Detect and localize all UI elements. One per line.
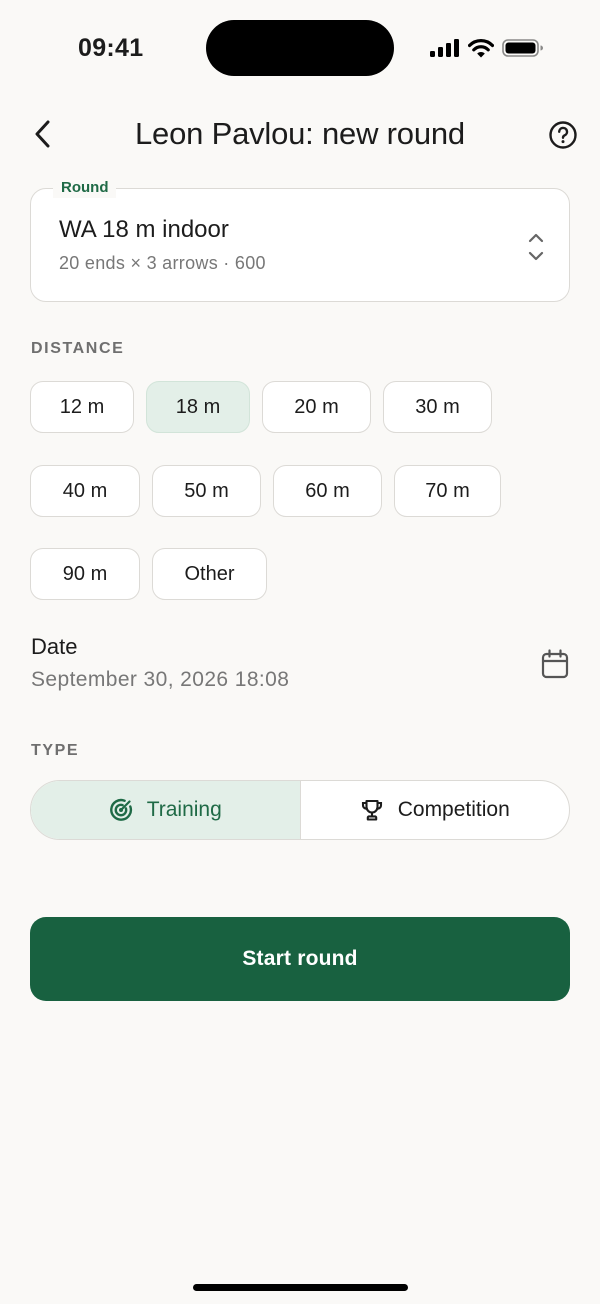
type-option-training[interactable]: Training bbox=[31, 781, 301, 839]
distance-chip-70m[interactable]: 70 m bbox=[394, 465, 501, 517]
home-indicator[interactable] bbox=[193, 1284, 408, 1291]
battery-icon bbox=[502, 39, 543, 57]
distance-chip-30m[interactable]: 30 m bbox=[383, 381, 492, 433]
calendar-icon bbox=[541, 649, 569, 679]
round-select[interactable]: Round WA 18 m indoor 20 ends × 3 arrows … bbox=[30, 178, 570, 302]
round-value: WA 18 m indoor bbox=[59, 216, 229, 243]
wifi-icon bbox=[468, 38, 494, 57]
date-picker-button[interactable] bbox=[540, 648, 570, 680]
distance-chip-other[interactable]: Other bbox=[152, 548, 267, 600]
date-label: Date bbox=[31, 634, 78, 659]
new-round-screen: 09:41 Leon Pavlou: new round Round WA 18… bbox=[0, 0, 600, 1304]
type-segmented-control: Training Competition bbox=[30, 780, 570, 840]
distance-chip-50m[interactable]: 50 m bbox=[152, 465, 261, 517]
question-circle-icon bbox=[549, 121, 577, 149]
chevron-up-down-icon bbox=[528, 233, 544, 261]
distance-chip-20m[interactable]: 20 m bbox=[262, 381, 371, 433]
target-icon bbox=[109, 798, 133, 822]
dynamic-island bbox=[206, 20, 394, 76]
type-option-competition-label: Competition bbox=[397, 798, 510, 821]
distance-chip-90m[interactable]: 90 m bbox=[30, 548, 140, 600]
round-details: 20 ends × 3 arrows · 600 bbox=[59, 253, 266, 273]
distance-chip-18m[interactable]: 18 m bbox=[146, 381, 250, 433]
round-field-label: Round bbox=[53, 178, 117, 198]
help-button[interactable] bbox=[548, 120, 578, 150]
start-round-button[interactable]: Start round bbox=[30, 917, 570, 1001]
distance-chip-12m[interactable]: 12 m bbox=[30, 381, 134, 433]
date-value[interactable]: September 30, 2026 18:08 bbox=[31, 668, 289, 692]
trophy-icon bbox=[360, 798, 384, 822]
distance-chip-40m[interactable]: 40 m bbox=[30, 465, 140, 517]
status-icons bbox=[430, 38, 544, 58]
distance-chip-60m[interactable]: 60 m bbox=[273, 465, 382, 517]
signal-icon bbox=[430, 39, 459, 57]
type-section-label: TYPE bbox=[31, 742, 80, 759]
distance-section-label: DISTANCE bbox=[31, 340, 125, 357]
type-option-competition[interactable]: Competition bbox=[301, 781, 570, 839]
type-option-training-label: Training bbox=[146, 798, 222, 821]
status-time: 09:41 bbox=[78, 34, 144, 62]
page-title: Leon Pavlou: new round bbox=[135, 116, 465, 151]
